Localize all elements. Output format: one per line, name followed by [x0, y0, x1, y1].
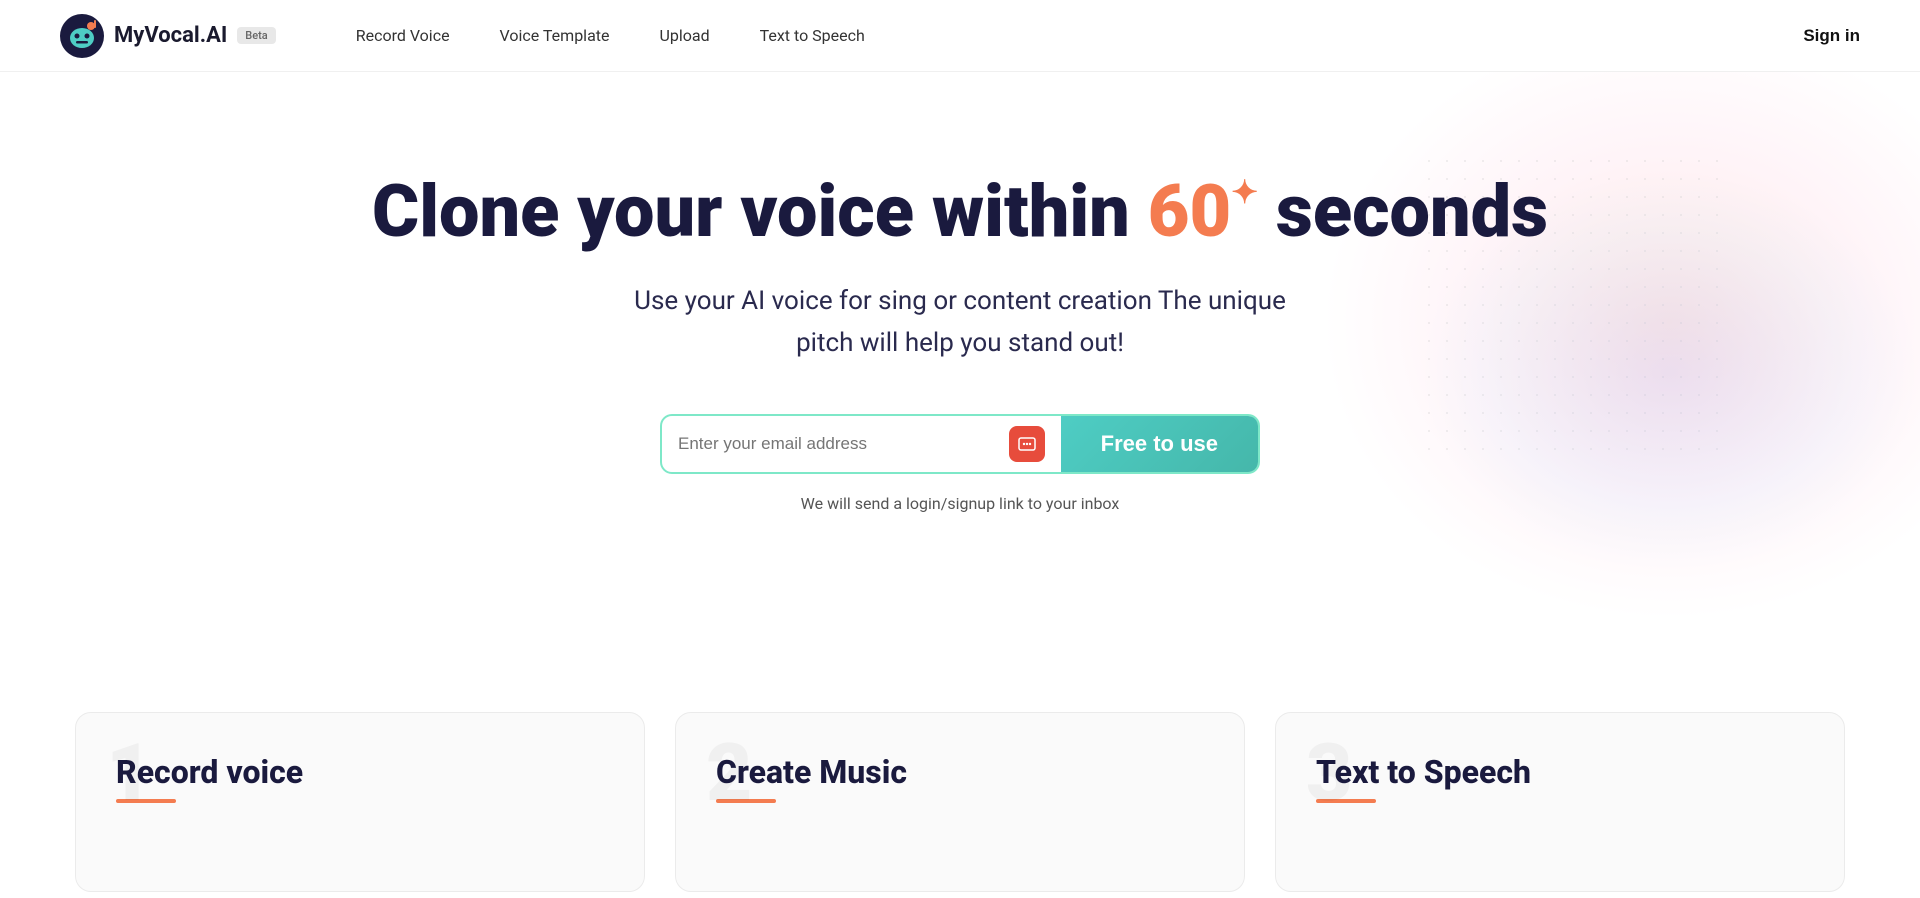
card-title-record-voice: Record voice [116, 753, 604, 791]
feature-cards-section: 1 Record voice 2 Create Music 3 Text to … [0, 712, 1920, 892]
hero-title-part2: seconds [1258, 169, 1548, 254]
card-record-voice[interactable]: 1 Record voice [75, 712, 645, 892]
nav-voice-template[interactable]: Voice Template [500, 26, 610, 45]
main-nav: Record Voice Voice Template Upload Text … [356, 26, 1804, 45]
card-title-text-to-speech: Text to Speech [1316, 753, 1804, 791]
email-form: Free to use [660, 414, 1260, 474]
card-text-to-speech[interactable]: 3 Text to Speech [1275, 712, 1845, 892]
hero-number: 60 [1148, 169, 1231, 254]
sign-in-button[interactable]: Sign in [1803, 26, 1860, 46]
email-input[interactable] [678, 416, 999, 472]
nav-upload[interactable]: Upload [660, 26, 710, 45]
hero-subtitle: Use your AI voice for sing or content cr… [610, 281, 1310, 364]
logo-icon [60, 14, 104, 58]
hero-title: Clone your voice within 60✦ seconds [20, 172, 1900, 251]
card-create-music[interactable]: 2 Create Music [675, 712, 1245, 892]
message-icon [1009, 426, 1045, 462]
nav-text-to-speech[interactable]: Text to Speech [760, 26, 865, 45]
hero-section: Clone your voice within 60✦ seconds Use … [0, 72, 1920, 692]
nav-record-voice[interactable]: Record Voice [356, 26, 450, 45]
hero-title-part1: Clone your voice within [372, 169, 1148, 254]
header: MyVocal.AI Beta Record Voice Voice Templ… [0, 0, 1920, 72]
free-to-use-button[interactable]: Free to use [1061, 416, 1258, 472]
logo-text: MyVocal.AI [114, 23, 227, 48]
logo-area[interactable]: MyVocal.AI Beta [60, 14, 276, 58]
helper-text: We will send a login/signup link to your… [20, 494, 1900, 513]
email-input-wrapper [662, 416, 1061, 472]
sparkle-icon: ✦ [1231, 173, 1258, 211]
card-title-create-music: Create Music [716, 753, 1204, 791]
beta-badge: Beta [237, 27, 275, 44]
